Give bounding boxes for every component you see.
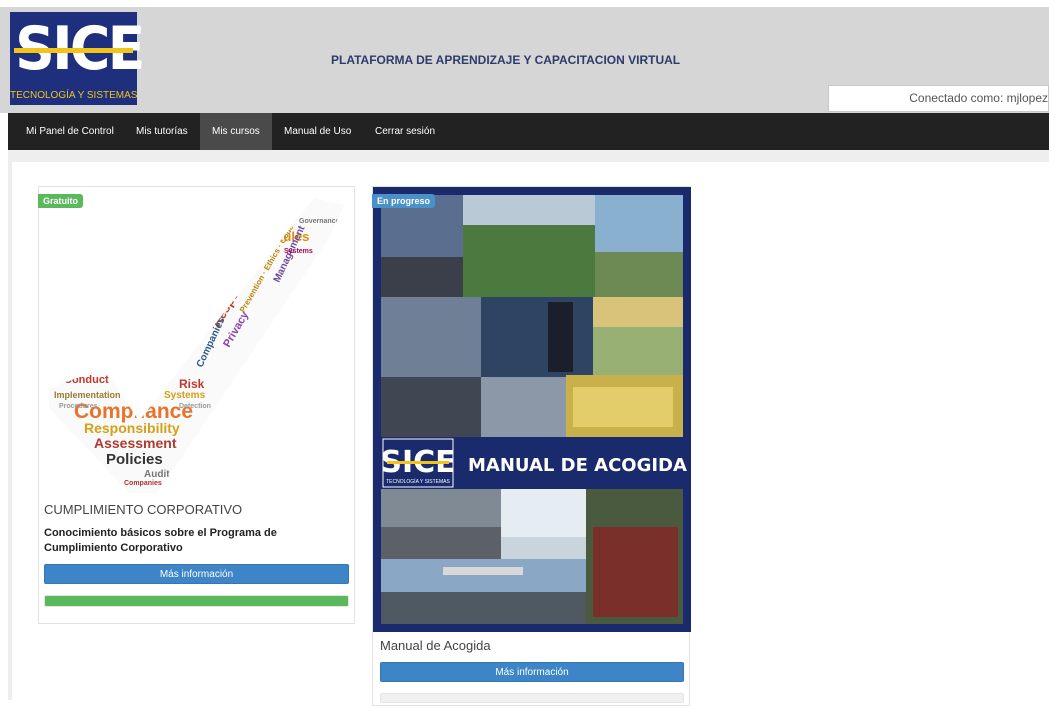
course-progress-bar	[44, 595, 349, 607]
nav-item-cerrar-sesion[interactable]: Cerrar sesión	[363, 113, 447, 150]
wordcloud-laws: Laws	[139, 295, 176, 344]
wordcloud-assessment: Assessment	[94, 435, 177, 451]
nav-item-mis-tutorias[interactable]: Mis tutorías	[124, 113, 200, 150]
logo-subtitle: TECNOLOGÍA Y SISTEMAS	[10, 90, 138, 101]
course-description-cumplimiento: Conocimiento básicos sobre el Programa d…	[44, 527, 277, 554]
nav-item-panel-control[interactable]: Mi Panel de Control	[14, 113, 126, 150]
platform-title: PLATAFORMA DE APRENDIZAJE Y CAPACITACION…	[331, 53, 681, 67]
badge-en-progreso: En progreso	[372, 194, 436, 208]
svg-text:Governance: Governance	[299, 218, 340, 225]
site-header: SICE TECNOLOGÍA Y SISTEMAS PLATAFORMA DE…	[0, 0, 1049, 113]
wordcloud-policies: Policies	[106, 451, 163, 468]
svg-text:Procedures: Procedures	[59, 403, 98, 410]
nav-item-manual-uso[interactable]: Manual de Uso	[272, 113, 363, 150]
badge-gratuito: Gratuito	[38, 194, 83, 208]
course-title-manual-acogida[interactable]: Manual de Acogida	[380, 638, 491, 653]
connected-user-field[interactable]: Conectado como: mjlopez	[828, 85, 1049, 112]
course-card-cumplimiento[interactable]: Conduct Implementation Compliance Respon…	[38, 186, 355, 624]
compliance-wordcloud-image: Conduct Implementation Compliance Respon…	[49, 198, 344, 493]
svg-text:Implementation: Implementation	[54, 390, 121, 400]
svg-text:Companies: Companies	[124, 480, 162, 487]
logo-stripe	[14, 48, 133, 53]
wordcloud-audit: Audit	[144, 469, 170, 480]
svg-text:Systems: Systems	[284, 248, 313, 255]
course-card-manual-acogida[interactable]: SICE TECNOLOGÍA Y SISTEMAS MANUAL DE ACO…	[372, 186, 691, 706]
wordcloud-systems: Systems	[164, 390, 206, 401]
manual-cover-collage: SICE TECNOLOGÍA Y SISTEMAS MANUAL DE ACO…	[373, 187, 691, 632]
cover-title: MANUAL DE ACOGIDA	[468, 455, 687, 476]
svg-text:Conduct: Conduct	[64, 374, 109, 386]
course-title-cumplimiento[interactable]: CUMPLIMIENTO CORPORATIVO	[44, 502, 242, 517]
nav-item-mis-cursos[interactable]: Mis cursos	[200, 113, 272, 150]
mas-informacion-button[interactable]: Más información	[380, 662, 684, 682]
course-image-compliance[interactable]: Conduct Implementation Compliance Respon…	[44, 193, 349, 493]
mas-informacion-button[interactable]: Más información	[44, 564, 349, 584]
content-top-strip	[8, 150, 1049, 162]
cover-logo-subtitle: TECNOLOGÍA Y SISTEMAS	[386, 478, 450, 485]
course-progress-bar	[380, 693, 684, 703]
content-left-border	[8, 162, 12, 700]
course-image-manual-acogida[interactable]: SICE TECNOLOGÍA Y SISTEMAS MANUAL DE ACO…	[373, 187, 691, 632]
progress-fill	[45, 596, 348, 606]
wordcloud-risk: Risk	[179, 377, 205, 391]
main-navigation: Mi Panel de Control Mis tutorías Mis cur…	[8, 113, 1049, 150]
wordcloud-responsibility: Responsibility	[84, 420, 180, 436]
sice-logo[interactable]: SICE TECNOLOGÍA Y SISTEMAS	[10, 12, 145, 105]
svg-text:Detection: Detection	[179, 403, 211, 410]
